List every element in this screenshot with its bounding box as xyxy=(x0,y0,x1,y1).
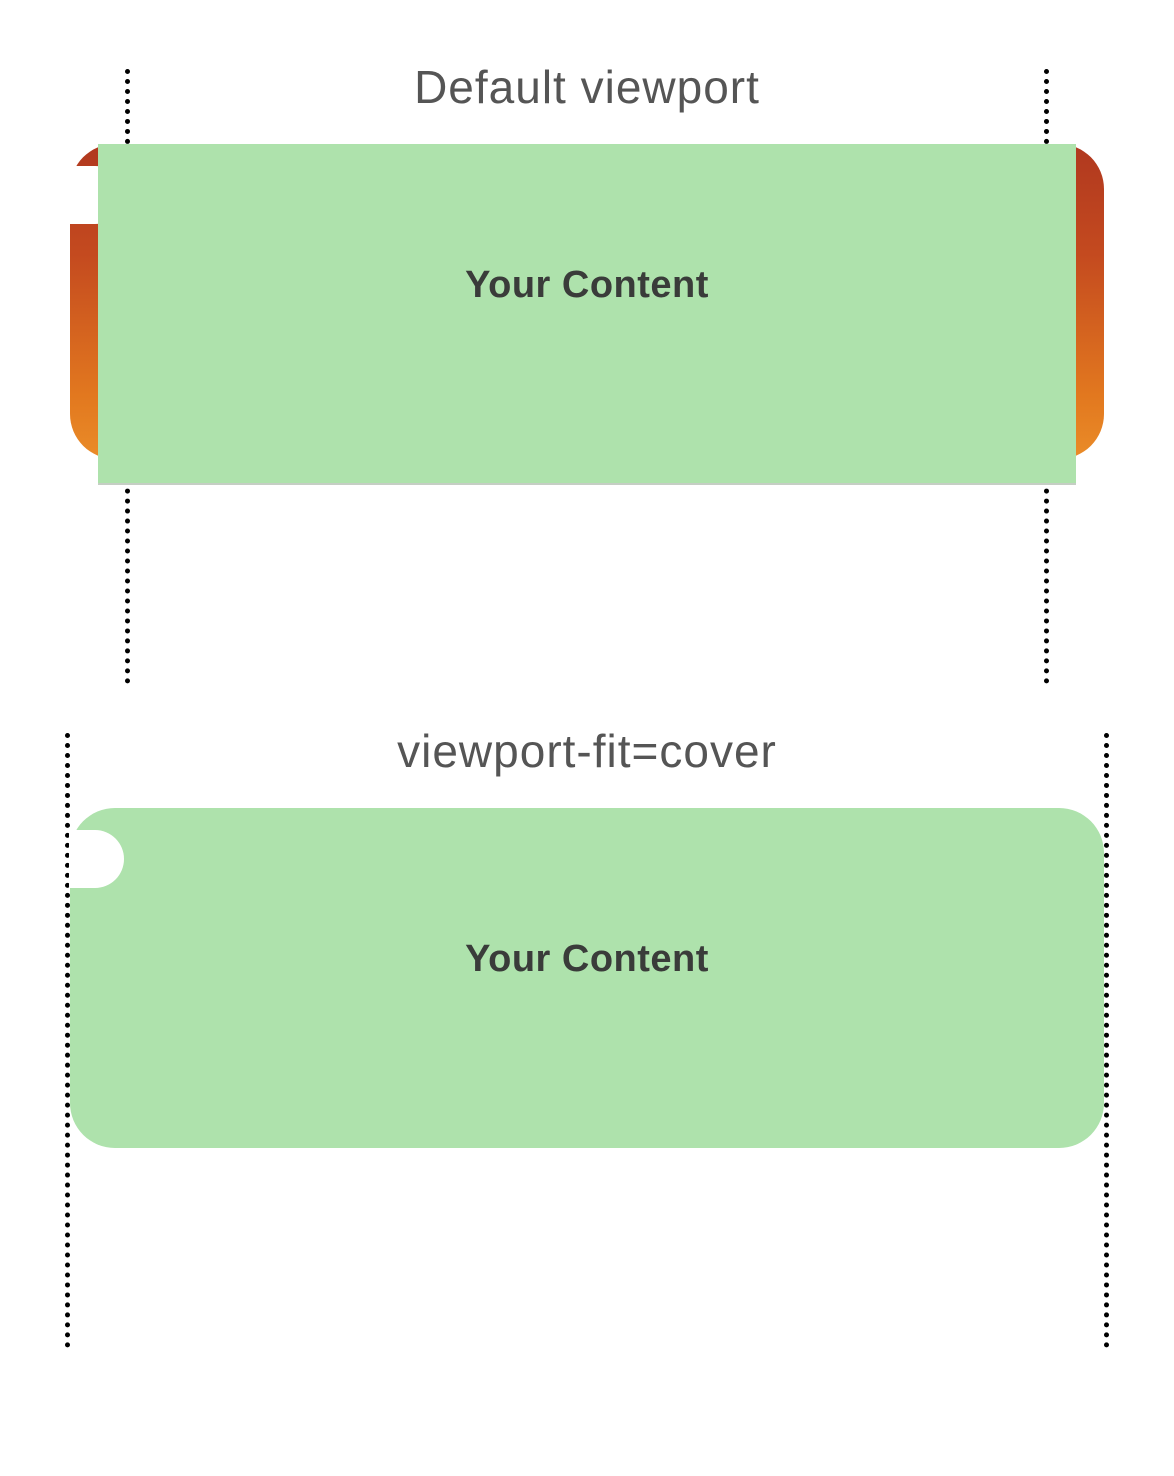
default-viewport-diagram: Your Content xyxy=(40,144,1134,624)
cover-viewport-section: viewport-fit=cover Your Content xyxy=(40,724,1134,1288)
content-area-default: Your Content xyxy=(98,144,1076,484)
default-viewport-section: Default viewport Your Content xyxy=(40,60,1134,624)
content-label-cover: Your Content xyxy=(465,938,709,981)
cover-viewport-diagram: Your Content xyxy=(40,808,1134,1288)
content-bottom-border xyxy=(98,483,1076,485)
safe-area-line-right xyxy=(1104,733,1109,1348)
cover-viewport-title: viewport-fit=cover xyxy=(40,724,1134,778)
phone-notch-icon xyxy=(69,830,124,888)
content-label-default: Your Content xyxy=(465,264,709,307)
default-viewport-title: Default viewport xyxy=(40,60,1134,114)
phone-frame-cover: Your Content xyxy=(70,808,1104,1148)
